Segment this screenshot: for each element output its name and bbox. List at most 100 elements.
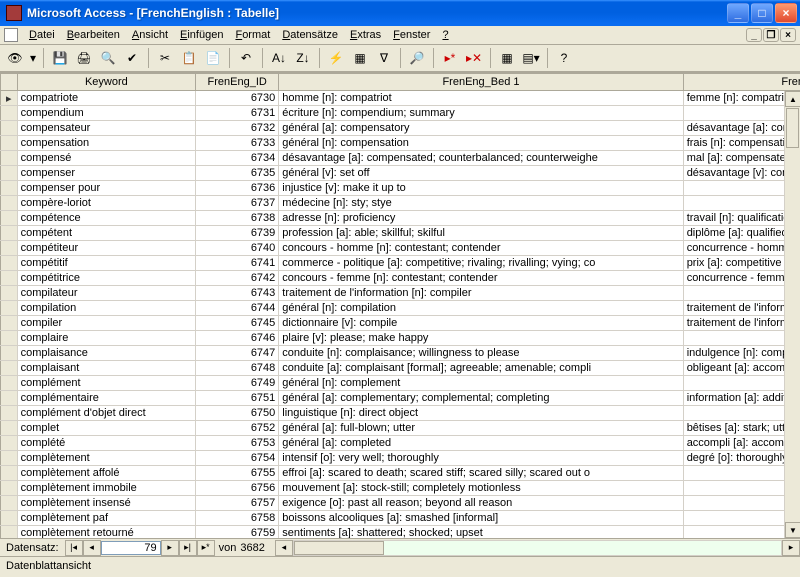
cell-id[interactable]: 6737: [196, 196, 279, 211]
cell-keyword[interactable]: compétitif: [17, 256, 195, 271]
cell-bed2[interactable]: [683, 496, 800, 511]
row-selector[interactable]: [1, 151, 18, 166]
cell-keyword[interactable]: compiler: [17, 316, 195, 331]
new-record-nav-button[interactable]: ▸*: [197, 540, 215, 556]
save-button[interactable]: 💾: [49, 47, 71, 69]
row-selector[interactable]: [1, 286, 18, 301]
row-selector[interactable]: [1, 226, 18, 241]
cell-bed1[interactable]: effroi [a]: scared to death; scared stif…: [279, 466, 683, 481]
table-row[interactable]: compilateur6743traitement de l'informati…: [1, 286, 800, 301]
cell-bed1[interactable]: concours - homme [n]: contestant; conten…: [279, 241, 683, 256]
cell-bed2[interactable]: [683, 481, 800, 496]
new-object-button[interactable]: ▤▾: [520, 47, 542, 69]
menu-format[interactable]: Format: [229, 27, 276, 43]
scroll-up-arrow-icon[interactable]: ▲: [785, 91, 800, 107]
cell-bed2[interactable]: [683, 376, 800, 391]
cell-id[interactable]: 6752: [196, 421, 279, 436]
column-header-bed1[interactable]: FrenEng_Bed 1: [279, 74, 683, 91]
cell-bed1[interactable]: intensif [o]: very well; thoroughly: [279, 451, 683, 466]
row-selector[interactable]: [1, 361, 18, 376]
cell-bed2[interactable]: travail [n]: qualification; capability: [683, 211, 800, 226]
row-selector[interactable]: [1, 136, 18, 151]
cell-bed1[interactable]: conduite [n]: complaisance; willingness …: [279, 346, 683, 361]
horizontal-scrollbar[interactable]: ◂ ▸: [275, 540, 800, 556]
cell-id[interactable]: 6742: [196, 271, 279, 286]
cell-id[interactable]: 6745: [196, 316, 279, 331]
cell-id[interactable]: 6741: [196, 256, 279, 271]
cell-keyword[interactable]: compère-loriot: [17, 196, 195, 211]
filter-selection-button[interactable]: ⚡: [325, 47, 347, 69]
cell-bed2[interactable]: [683, 286, 800, 301]
cell-keyword[interactable]: complètement affolé: [17, 466, 195, 481]
cell-keyword[interactable]: complément d'objet direct: [17, 406, 195, 421]
cell-bed1[interactable]: adresse [n]: proficiency: [279, 211, 683, 226]
cell-keyword[interactable]: complaisant: [17, 361, 195, 376]
cell-bed2[interactable]: prix [a]: competitive: [683, 256, 800, 271]
minimize-button[interactable]: _: [727, 3, 749, 23]
find-button[interactable]: 🔎: [406, 47, 428, 69]
table-row[interactable]: compensateur6732général [a]: compensator…: [1, 121, 800, 136]
table-row[interactable]: complètement affolé6755effroi [a]: scare…: [1, 466, 800, 481]
cell-id[interactable]: 6748: [196, 361, 279, 376]
new-record-button[interactable]: ▸*: [439, 47, 461, 69]
cell-bed1[interactable]: désavantage [a]: compensated; counterbal…: [279, 151, 683, 166]
cell-bed2[interactable]: accompli [a]: accomplished; achieve: [683, 436, 800, 451]
cell-bed2[interactable]: concurrence - homme [n]: challenger: [683, 241, 800, 256]
print-button[interactable]: 🖨: [73, 47, 95, 69]
table-row[interactable]: complaire6746plaire [v]: please; make ha…: [1, 331, 800, 346]
cell-id[interactable]: 6731: [196, 106, 279, 121]
hscroll-thumb[interactable]: [294, 541, 384, 555]
cell-keyword[interactable]: complaire: [17, 331, 195, 346]
cell-bed1[interactable]: général [n]: complement: [279, 376, 683, 391]
menu-extras[interactable]: Extras: [344, 27, 387, 43]
cell-bed1[interactable]: général [a]: complementary; complemental…: [279, 391, 683, 406]
cell-keyword[interactable]: compilation: [17, 301, 195, 316]
cell-keyword[interactable]: compétitrice: [17, 271, 195, 286]
column-header-keyword[interactable]: Keyword: [17, 74, 195, 91]
row-selector[interactable]: [1, 181, 18, 196]
cell-keyword[interactable]: compenser: [17, 166, 195, 181]
menu-datei[interactable]: Datei: [23, 27, 61, 43]
cell-keyword[interactable]: complémentaire: [17, 391, 195, 406]
table-row[interactable]: complètement paf6758boissons alcooliques…: [1, 511, 800, 526]
row-selector[interactable]: [1, 346, 18, 361]
cell-bed1[interactable]: concours - femme [n]: contestant; conten…: [279, 271, 683, 286]
row-selector[interactable]: [1, 436, 18, 451]
table-row[interactable]: complété6753général [a]: completedaccomp…: [1, 436, 800, 451]
scroll-right-arrow-icon[interactable]: ▸: [782, 540, 800, 556]
cell-id[interactable]: 6733: [196, 136, 279, 151]
table-row[interactable]: complètement6754intensif [o]: very well;…: [1, 451, 800, 466]
table-row[interactable]: complaisant6748conduite [a]: complaisant…: [1, 361, 800, 376]
cell-id[interactable]: 6740: [196, 241, 279, 256]
cell-bed1[interactable]: traitement de l'information [n]: compile…: [279, 286, 683, 301]
scroll-thumb[interactable]: [786, 108, 799, 148]
cell-keyword[interactable]: compensateur: [17, 121, 195, 136]
row-selector[interactable]: [1, 121, 18, 136]
cell-keyword[interactable]: complété: [17, 436, 195, 451]
filter-form-button[interactable]: ▦: [349, 47, 371, 69]
menu-fenster[interactable]: Fenster: [387, 27, 436, 43]
copy-button[interactable]: 📋: [178, 47, 200, 69]
row-selector[interactable]: [1, 196, 18, 211]
cell-id[interactable]: 6750: [196, 406, 279, 421]
table-row[interactable]: compensé6734désavantage [a]: compensated…: [1, 151, 800, 166]
menu-datensätze[interactable]: Datensätze: [276, 27, 344, 43]
cell-bed2[interactable]: obligeant [a]: accommodating; obligir: [683, 361, 800, 376]
mdi-restore-button[interactable]: ❐: [763, 28, 779, 42]
cell-id[interactable]: 6739: [196, 226, 279, 241]
cell-bed1[interactable]: boissons alcooliques [a]: smashed [infor…: [279, 511, 683, 526]
row-selector[interactable]: [1, 466, 18, 481]
cell-bed2[interactable]: information [a]: additional; supplemer: [683, 391, 800, 406]
table-row[interactable]: compétiteur6740concours - homme [n]: con…: [1, 241, 800, 256]
sort-desc-button[interactable]: Z↓: [292, 47, 314, 69]
row-selector[interactable]: [1, 376, 18, 391]
table-row[interactable]: complètement insensé6757exigence [o]: pa…: [1, 496, 800, 511]
cell-bed1[interactable]: général [a]: compensatory: [279, 121, 683, 136]
cell-bed2[interactable]: [683, 406, 800, 421]
prev-record-button[interactable]: ◂: [83, 540, 101, 556]
cell-bed1[interactable]: général [n]: compensation: [279, 136, 683, 151]
cell-keyword[interactable]: compilateur: [17, 286, 195, 301]
cell-bed2[interactable]: [683, 466, 800, 481]
cell-id[interactable]: 6758: [196, 511, 279, 526]
cell-bed2[interactable]: mal [a]: compensated; recompensed: [683, 151, 800, 166]
